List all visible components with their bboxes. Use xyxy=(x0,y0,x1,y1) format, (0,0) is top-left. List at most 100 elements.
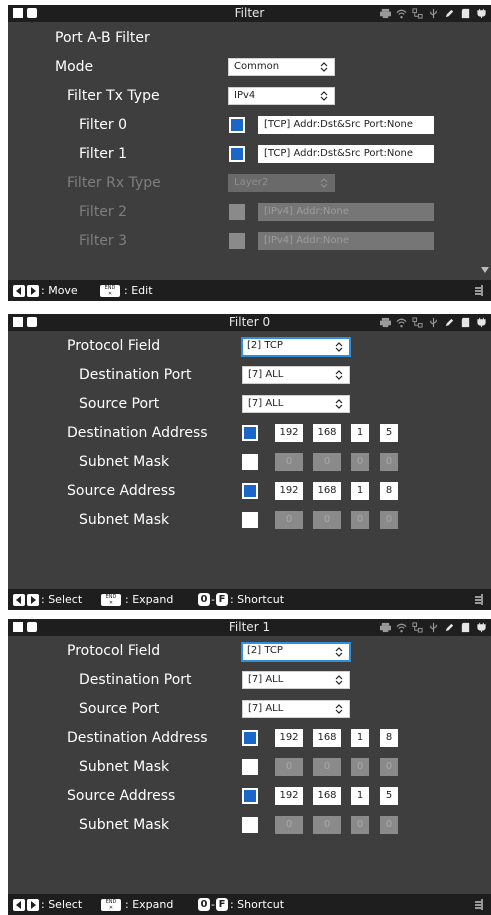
source-address-octet-2[interactable]: 168 xyxy=(313,787,341,805)
right-arrow-key-icon xyxy=(27,898,39,911)
src-subnet-mask-octet-4: 0 xyxy=(380,511,398,529)
menu-icon[interactable] xyxy=(475,594,483,605)
dst-subnet-mask-octet-4: 0 xyxy=(380,758,398,776)
src-subnet-mask-checkbox[interactable] xyxy=(242,512,258,528)
dst-subnet-mask-octet-1: 0 xyxy=(275,453,303,471)
updown-chevron-icon xyxy=(335,647,343,657)
source-address-octet-3[interactable]: 1 xyxy=(351,482,369,500)
source-address-label: Source Address xyxy=(67,483,176,499)
move-hint-text: : Move xyxy=(41,284,78,297)
destination-address-checkbox[interactable] xyxy=(242,425,258,441)
filter1-field[interactable]: [TCP] Addr:Dst&Src Port:None xyxy=(258,145,434,163)
src-subnet-mask-octet-2: 0 xyxy=(313,816,341,834)
destination-address-octet-3[interactable]: 1 xyxy=(351,424,369,442)
protocol-field-label: Protocol Field xyxy=(67,338,161,354)
src-subnet-mask-checkbox[interactable] xyxy=(242,817,258,833)
menu-icon[interactable] xyxy=(475,899,483,910)
dst-subnet-mask-checkbox[interactable] xyxy=(242,454,258,470)
wifi-icon xyxy=(396,623,407,633)
destination-address-octet-3[interactable]: 1 xyxy=(351,729,369,747)
usb-icon xyxy=(430,317,437,328)
destination-address-label: Destination Address xyxy=(67,425,208,441)
updown-chevron-icon xyxy=(335,675,343,685)
destination-address-label: Destination Address xyxy=(67,730,208,746)
destination-address-octet-4[interactable]: 8 xyxy=(380,729,398,747)
destination-port-select[interactable]: [7] ALL xyxy=(242,366,350,384)
source-address-octet-2[interactable]: 168 xyxy=(313,482,341,500)
destination-address-octet-1[interactable]: 192 xyxy=(275,424,303,442)
source-address-checkbox[interactable] xyxy=(242,788,258,804)
shortcut-hint-text: : Shortcut xyxy=(229,898,285,911)
protocol-field-label: Protocol Field xyxy=(67,643,161,659)
key-f-icon: F xyxy=(215,593,228,606)
source-address-octet-4[interactable]: 5 xyxy=(380,787,398,805)
src-subnet-mask-octet-2: 0 xyxy=(313,511,341,529)
source-address-octet-3[interactable]: 1 xyxy=(351,787,369,805)
filter-tx-type-label: Filter Tx Type xyxy=(67,88,160,104)
filter-rx-type-select: Layer2 xyxy=(228,174,335,192)
key-range-dash: - xyxy=(211,593,215,606)
dst-subnet-mask-octet-3: 0 xyxy=(351,453,369,471)
battery-plug-icon xyxy=(477,8,486,19)
title-bar: Filter 0 xyxy=(8,314,491,331)
sd-card-icon xyxy=(461,622,470,633)
filter3-checkbox xyxy=(229,233,245,249)
source-address-checkbox[interactable] xyxy=(242,483,258,499)
wifi-icon xyxy=(396,318,407,328)
move-hint: : Move xyxy=(13,280,78,301)
expand-hint-text: : Expand xyxy=(125,593,174,606)
src-subnet-mask-label: Subnet Mask xyxy=(79,817,170,833)
filter0-checkbox[interactable] xyxy=(229,117,245,133)
shortcut-hint-text: : Shortcut xyxy=(229,593,285,606)
source-address-octet-1[interactable]: 192 xyxy=(275,482,303,500)
filter-screen: Filter Port A-B Filter Mode Common Filte… xyxy=(8,5,491,301)
filter2-field: [IPv4] Addr:None xyxy=(258,203,434,221)
expand-hint: END ✕ : Expand xyxy=(96,589,173,610)
usb-icon xyxy=(430,622,437,633)
filter-tx-type-value: IPv4 xyxy=(234,90,256,101)
page-heading: Port A-B Filter xyxy=(55,30,150,46)
network-icon xyxy=(412,8,423,19)
destination-port-label: Destination Port xyxy=(79,672,192,688)
filter-tx-type-select[interactable]: IPv4 xyxy=(228,87,335,105)
source-port-value: [7] ALL xyxy=(248,398,284,409)
destination-address-octet-1[interactable]: 192 xyxy=(275,729,303,747)
dst-subnet-mask-label: Subnet Mask xyxy=(79,454,170,470)
end-key-icon: END ✕ xyxy=(100,284,120,297)
updown-chevron-icon xyxy=(335,399,343,409)
dst-subnet-mask-octet-2: 0 xyxy=(313,758,341,776)
filter1-checkbox[interactable] xyxy=(229,146,245,162)
mode-value: Common xyxy=(234,61,280,72)
destination-port-select[interactable]: [7] ALL xyxy=(242,671,350,689)
scroll-down-icon[interactable] xyxy=(481,267,489,273)
mode-label: Mode xyxy=(55,59,94,75)
end-key-icon: END ✕ xyxy=(101,593,121,606)
printer-icon xyxy=(380,317,391,328)
edit-icon xyxy=(445,623,454,632)
source-port-select[interactable]: [7] ALL xyxy=(242,700,350,718)
printer-icon xyxy=(380,8,391,19)
source-address-octet-4[interactable]: 8 xyxy=(380,482,398,500)
destination-address-octet-4[interactable]: 5 xyxy=(380,424,398,442)
source-port-select[interactable]: [7] ALL xyxy=(242,395,350,413)
key-0-icon: 0 xyxy=(198,898,210,911)
menu-icon[interactable] xyxy=(475,285,483,296)
protocol-field-select[interactable]: [2] TCP xyxy=(241,337,351,357)
destination-address-octet-2[interactable]: 168 xyxy=(313,729,341,747)
title-bar: Filter 1 xyxy=(8,619,491,636)
dst-subnet-mask-checkbox[interactable] xyxy=(242,759,258,775)
src-subnet-mask-octet-3: 0 xyxy=(351,511,369,529)
source-address-octet-1[interactable]: 192 xyxy=(275,787,303,805)
select-hint-text: : Select xyxy=(41,593,83,606)
filter3-label: Filter 3 xyxy=(79,233,128,249)
src-subnet-mask-octet-1: 0 xyxy=(275,511,303,529)
select-hint: : Select xyxy=(13,894,82,915)
status-icons xyxy=(380,316,487,329)
destination-address-checkbox[interactable] xyxy=(242,730,258,746)
mode-select[interactable]: Common xyxy=(228,58,335,76)
destination-address-octet-2[interactable]: 168 xyxy=(313,424,341,442)
filter0-field[interactable]: [TCP] Addr:Dst&Src Port:None xyxy=(258,116,434,134)
left-arrow-key-icon xyxy=(13,593,25,606)
protocol-field-select[interactable]: [2] TCP xyxy=(241,642,351,662)
filter1-label: Filter 1 xyxy=(79,146,128,162)
